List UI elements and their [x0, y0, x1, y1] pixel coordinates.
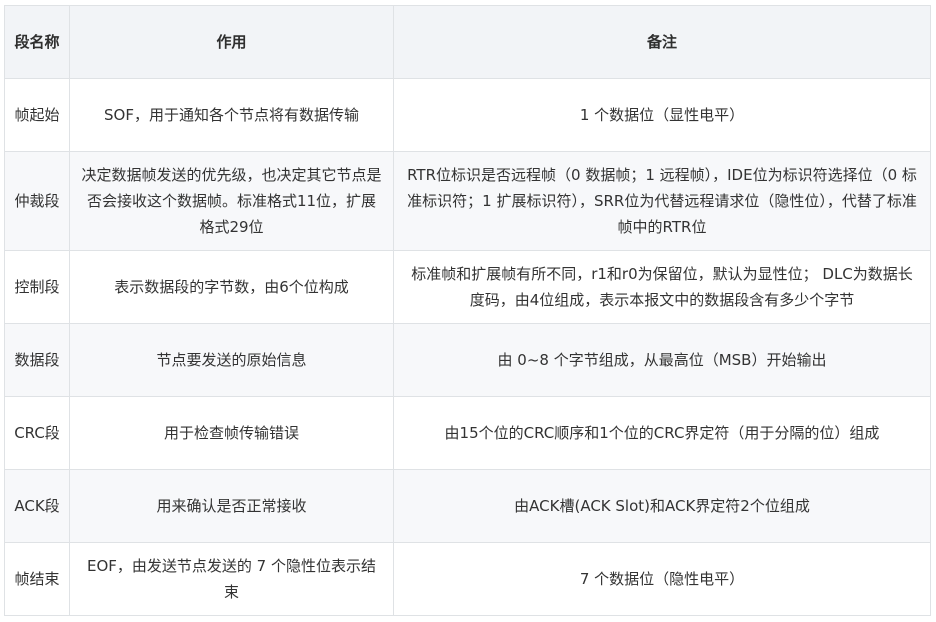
header-segment-name: 段名称 — [4, 5, 70, 79]
purpose-cell: 用来确认是否正常接收 — [69, 469, 394, 543]
note-cell: RTR位标识是否远程帧（0 数据帧；1 远程帧），IDE位为标识符选择位（0 标… — [393, 151, 931, 251]
purpose-cell: 决定数据帧发送的优先级，也决定其它节点是否会接收这个数据帧。标准格式11位，扩展… — [69, 151, 394, 251]
header-purpose: 作用 — [69, 5, 394, 79]
can-frame-table-container: 段名称 作用 备注 帧起始 SOF，用于通知各个节点将有数据传输 1 个数据位（… — [4, 5, 931, 616]
segment-name-cell: 控制段 — [4, 250, 70, 324]
can-frame-table: 段名称 作用 备注 帧起始 SOF，用于通知各个节点将有数据传输 1 个数据位（… — [4, 5, 931, 616]
note-cell: 由ACK槽(ACK Slot)和ACK界定符2个位组成 — [393, 469, 931, 543]
segment-name-cell: 帧结束 — [4, 542, 70, 616]
note-cell: 由 0~8 个字节组成，从最高位（MSB）开始输出 — [393, 323, 931, 397]
note-cell: 1 个数据位（显性电平） — [393, 78, 931, 152]
table-row: 数据段 节点要发送的原始信息 由 0~8 个字节组成，从最高位（MSB）开始输出 — [4, 323, 931, 397]
note-cell: 标准帧和扩展帧有所不同，r1和r0为保留位，默认为显性位； DLC为数据长度码，… — [393, 250, 931, 324]
segment-name-cell: 仲裁段 — [4, 151, 70, 251]
purpose-cell: 用于检查帧传输错误 — [69, 396, 394, 470]
purpose-cell: SOF，用于通知各个节点将有数据传输 — [69, 78, 394, 152]
segment-name-cell: 数据段 — [4, 323, 70, 397]
table-row: 控制段 表示数据段的字节数，由6个位构成 标准帧和扩展帧有所不同，r1和r0为保… — [4, 250, 931, 324]
segment-name-cell: 帧起始 — [4, 78, 70, 152]
table-row: 帧结束 EOF，由发送节点发送的 7 个隐性位表示结束 7 个数据位（隐性电平） — [4, 542, 931, 616]
note-cell: 7 个数据位（隐性电平） — [393, 542, 931, 616]
segment-name-cell: CRC段 — [4, 396, 70, 470]
header-note: 备注 — [393, 5, 931, 79]
table-row: 帧起始 SOF，用于通知各个节点将有数据传输 1 个数据位（显性电平） — [4, 78, 931, 152]
purpose-cell: 节点要发送的原始信息 — [69, 323, 394, 397]
note-cell: 由15个位的CRC顺序和1个位的CRC界定符（用于分隔的位）组成 — [393, 396, 931, 470]
table-row: CRC段 用于检查帧传输错误 由15个位的CRC顺序和1个位的CRC界定符（用于… — [4, 396, 931, 470]
segment-name-cell: ACK段 — [4, 469, 70, 543]
purpose-cell: 表示数据段的字节数，由6个位构成 — [69, 250, 394, 324]
table-row: ACK段 用来确认是否正常接收 由ACK槽(ACK Slot)和ACK界定符2个… — [4, 469, 931, 543]
table-row: 仲裁段 决定数据帧发送的优先级，也决定其它节点是否会接收这个数据帧。标准格式11… — [4, 151, 931, 251]
purpose-cell: EOF，由发送节点发送的 7 个隐性位表示结束 — [69, 542, 394, 616]
table-header-row: 段名称 作用 备注 — [4, 5, 931, 79]
